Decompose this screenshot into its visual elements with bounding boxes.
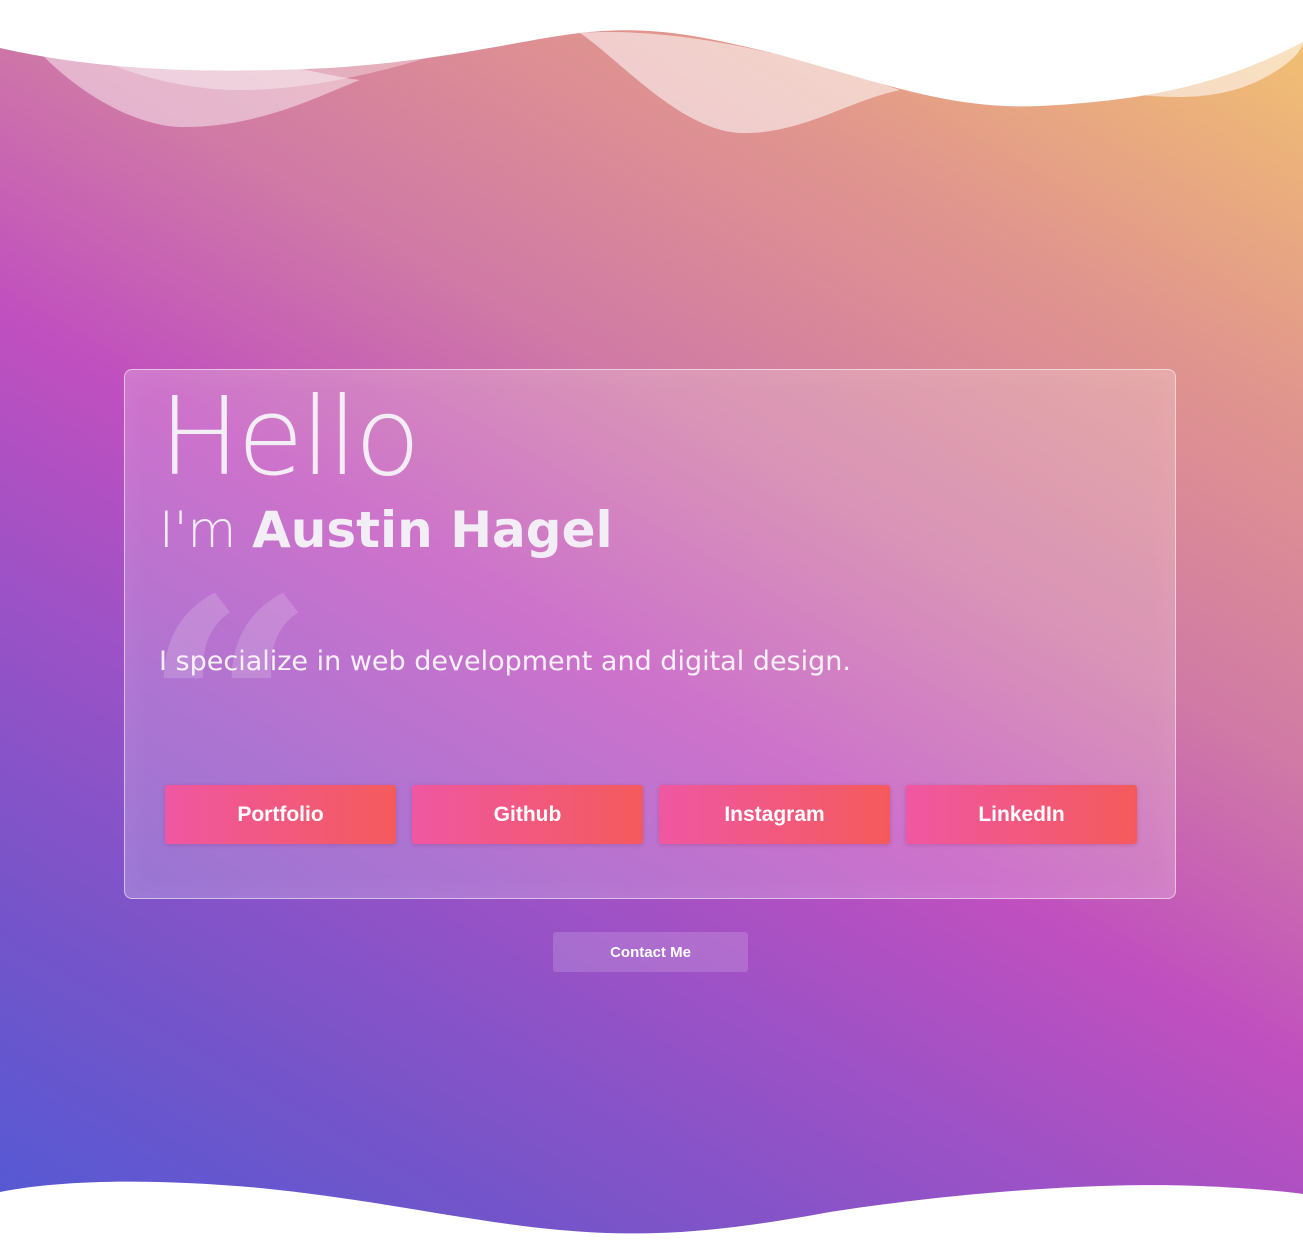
contact-me-button[interactable]: Contact Me bbox=[553, 932, 748, 972]
intro-card: Hello I'm Austin Hagel “ I specialize in… bbox=[124, 369, 1176, 899]
social-links: Portfolio Github Instagram LinkedIn bbox=[165, 785, 1137, 844]
tagline-text: I specialize in web development and digi… bbox=[159, 646, 851, 677]
github-button[interactable]: Github bbox=[412, 785, 643, 844]
hero-page: Hello I'm Austin Hagel “ I specialize in… bbox=[0, 0, 1303, 1260]
hello-heading: Hello bbox=[159, 375, 421, 500]
instagram-button[interactable]: Instagram bbox=[659, 785, 890, 844]
portfolio-button[interactable]: Portfolio bbox=[165, 785, 396, 844]
bottom-wave-decoration bbox=[0, 1181, 1303, 1260]
linkedin-button[interactable]: LinkedIn bbox=[906, 785, 1137, 844]
top-wave-decoration bbox=[0, 0, 1303, 134]
